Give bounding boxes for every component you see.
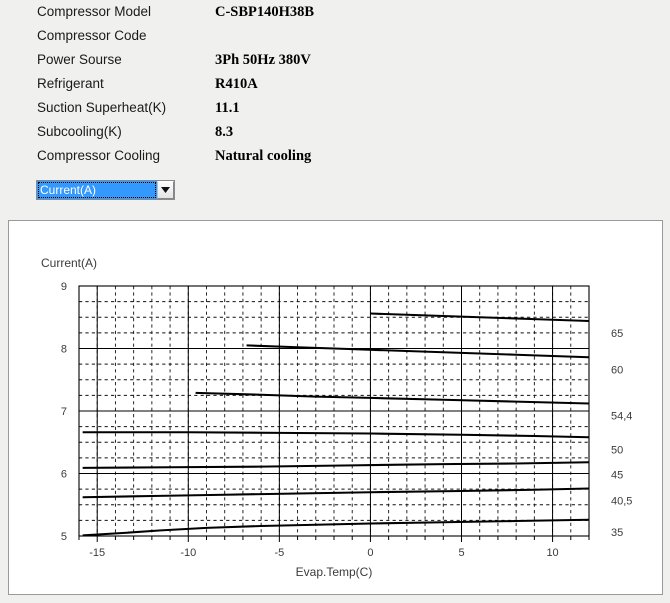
x-axis-tick-labels: -15 -10 -5 0 5 10 [89,547,558,559]
spec-value: Natural cooling [215,148,312,164]
curve-label: 45 [611,469,623,481]
spec-value: 11.1 [215,100,240,116]
chevron-down-icon[interactable] [157,181,174,199]
y-tick-label: 5 [61,531,67,543]
spec-row: Compressor Model C-SBP140H38B [0,4,670,28]
y-axis-tick-labels: 9 8 7 6 5 [61,281,67,543]
y-tick-label: 9 [61,281,67,293]
spec-row: Compressor Code [0,28,670,52]
x-tick-label: 0 [367,547,373,559]
chart-curve-labels: 65 60 54,4 50 45 40,5 35 [611,328,632,539]
spec-row: Subcooling(K) 8.3 [0,124,670,148]
y-axis-title: Current(A) [41,256,97,270]
spec-row: Suction Superheat(K) 11.1 [0,100,670,124]
spec-value: C-SBP140H38B [215,4,315,20]
curve-label: 50 [611,444,623,456]
spec-label: Subcooling(K) [37,124,122,139]
spec-label: Power Sourse [37,52,122,67]
spec-label: Refrigerant [37,76,104,91]
curve-label: 40,5 [611,496,632,508]
x-tick-label: -10 [180,547,196,559]
x-tick-label: 10 [546,547,558,559]
x-tick-label: -5 [274,547,284,559]
performance-chart-panel: -15 -10 -5 0 5 10 98765 65 60 54,4 50 45 40,5 35 Cu… [8,220,663,595]
spec-label: Suction Superheat(K) [37,100,167,115]
compressor-spec-table: Compressor Model C-SBP140H38B Compressor… [0,0,670,172]
unit-select[interactable]: Current(A) [36,180,175,200]
y-tick-label: 6 [61,469,67,481]
x-tick-label: -15 [89,547,105,559]
x-axis-ticks [78,536,590,542]
spec-value: 8.3 [215,124,234,140]
x-tick-label: 5 [458,547,464,559]
curve-label: 60 [611,364,623,376]
unit-select-value[interactable]: Current(A) [37,181,157,199]
spec-row: Power Sourse 3Ph 50Hz 380V [0,52,670,76]
curve-label: 35 [611,527,623,539]
spec-label: Compressor Code [37,28,147,43]
x-axis-title: Evap.Temp(C) [296,565,373,579]
spec-value: R410A [215,76,258,92]
spec-value: 3Ph 50Hz 380V [215,52,311,68]
chart-curves [82,312,589,536]
spec-row: Refrigerant R410A [0,76,670,100]
spec-row: Compressor Cooling Natural cooling [0,148,670,172]
performance-chart: -15 -10 -5 0 5 10 98765 656054,4504540,535 Cu… [41,256,632,579]
y-tick-label: 7 [61,406,67,418]
spec-label: Compressor Cooling [37,148,161,163]
spec-label: Compressor Model [37,4,152,19]
y-tick-label: 8 [61,344,67,356]
curve-label: 54,4 [611,411,632,423]
curve-label: 65 [611,328,623,340]
